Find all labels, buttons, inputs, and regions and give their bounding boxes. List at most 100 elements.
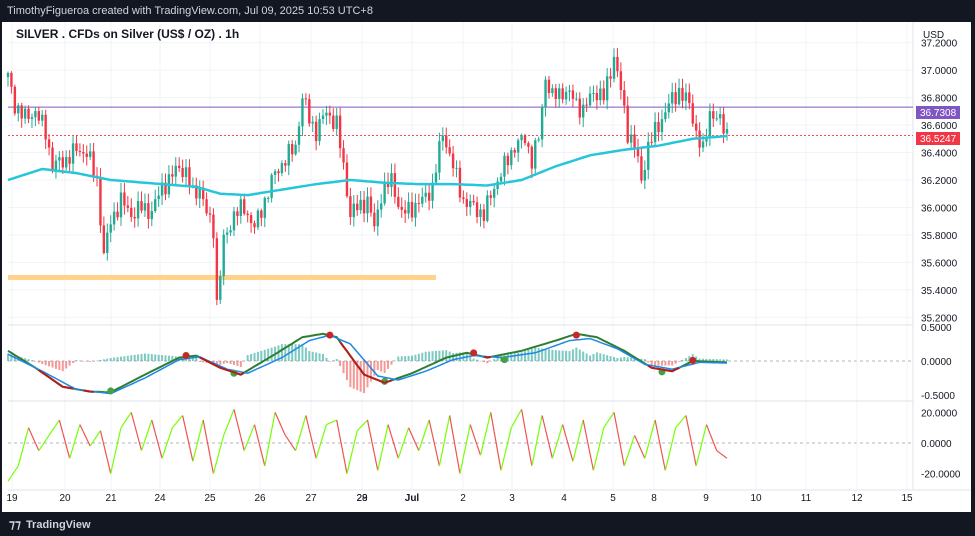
momentum-segment [705, 424, 711, 434]
macd-hist-bar [671, 361, 674, 366]
macd-hist-bar [513, 353, 516, 361]
momentum-segment [178, 415, 184, 420]
momentum-segment [305, 415, 310, 430]
momentum-segment [527, 446, 533, 467]
time-scale[interactable]: 19 20 21 24 25 26 27 28 Jul 2 3 4 5 8 9 10 11 12 1529 [6, 493, 913, 504]
momentum-segment [486, 412, 492, 427]
macd-bearish-segment [38, 341, 680, 393]
macd-tick-label: 0.0000 [921, 357, 952, 368]
momentum-segment [134, 424, 139, 439]
macd-hist-bar [325, 357, 328, 361]
macd-hist-bar [89, 361, 92, 362]
macd-hist-bar [157, 354, 160, 361]
macd-hist-bar [37, 361, 40, 363]
momentum-segment [657, 436, 663, 454]
candle-body [455, 167, 458, 169]
candle-body [571, 90, 575, 99]
tradingview-logo[interactable]: ⁊⁊ TradingView [9, 517, 91, 531]
candle-body [342, 148, 345, 163]
momentum-segment [295, 438, 300, 451]
momentum-segment [469, 424, 475, 436]
candle-body [564, 91, 568, 100]
momentum-segment [695, 452, 701, 467]
candle-body [379, 203, 383, 210]
macd-hist-bar [41, 361, 44, 364]
candle-body [421, 196, 424, 204]
momentum-segment [336, 419, 341, 439]
momentum-segment [555, 435, 560, 448]
candle-body [582, 104, 585, 118]
candle-body [475, 202, 479, 218]
candle-body [400, 206, 403, 210]
bottom-bar [0, 512, 975, 536]
support-zone[interactable] [8, 274, 436, 280]
momentum-segment [421, 430, 427, 441]
candle-body [246, 213, 249, 216]
candle-body [212, 214, 215, 239]
candle-body [671, 92, 674, 104]
candle-body [417, 202, 421, 204]
momentum-segment [123, 417, 129, 423]
momentum-segment [603, 422, 608, 429]
momentum-segment [397, 447, 403, 459]
candle-body [643, 169, 647, 181]
candle-body [267, 197, 270, 199]
time-tick-label: 12 [851, 493, 863, 504]
candle-body [314, 121, 318, 142]
macd-tick-label: 0.5000 [921, 323, 952, 334]
candle-body [701, 141, 705, 148]
price-scale[interactable]: 37.2000 37.0000 36.8000 36.6000 36.4000 36.20… [921, 39, 961, 481]
macd-hist-bar [311, 351, 314, 361]
candle-body [356, 203, 359, 211]
time-tick-label: 2 [460, 493, 466, 504]
momentum-line[interactable] [7, 409, 728, 482]
ema-line[interactable] [7, 134, 728, 197]
candle-body [664, 112, 667, 120]
momentum-segment [182, 415, 187, 431]
momentum-segment [253, 424, 259, 439]
macd-hist-bar [534, 347, 537, 361]
momentum-segment [551, 446, 557, 459]
momentum-segment [195, 433, 201, 448]
candle-body [516, 140, 520, 153]
time-tick-label: 4 [561, 493, 567, 504]
momentum-segment [301, 415, 307, 428]
momentum-segment [610, 412, 615, 418]
candle-body [513, 150, 516, 153]
macd-hist-bar [660, 361, 663, 366]
momentum-segment [473, 434, 478, 446]
macd-hist-bar [613, 357, 616, 361]
macd-hist-bar [85, 361, 88, 362]
momentum-segment [390, 435, 396, 448]
macd-hist-bar [493, 359, 496, 361]
candle-body [249, 215, 253, 224]
macd-hist-bar [167, 355, 170, 361]
momentum-segment [69, 446, 74, 459]
candle-body [321, 115, 325, 119]
momentum-segment [497, 451, 502, 471]
candle-body [239, 199, 243, 216]
candle-body [640, 156, 643, 181]
macd-hist-bar [674, 361, 677, 364]
macd-hist-bar [161, 355, 164, 361]
momentum-segment [154, 432, 160, 446]
momentum-segment [264, 447, 269, 467]
momentum-tick-label: 20.0000 [921, 408, 958, 419]
candle-body [451, 153, 455, 169]
macd-hist-bar [256, 351, 259, 361]
momentum-segment [161, 447, 167, 459]
momentum-segment [699, 438, 704, 453]
momentum-segment [682, 415, 687, 420]
macd-hist-bar [339, 361, 342, 367]
macd-hist-bar [558, 350, 561, 361]
cross-marker [572, 331, 580, 339]
momentum-segment [387, 424, 393, 437]
macd-histogram [7, 344, 728, 394]
candle-body [280, 163, 284, 174]
candle-body [558, 88, 561, 99]
candle-body [653, 121, 657, 143]
momentum-segment [326, 422, 331, 426]
candle-body [188, 167, 191, 187]
chart-svg[interactable]: SILVER . CFDs on Silver (US$ / OZ) . 1h … [0, 0, 975, 536]
time-tick-label: 8 [651, 493, 657, 504]
